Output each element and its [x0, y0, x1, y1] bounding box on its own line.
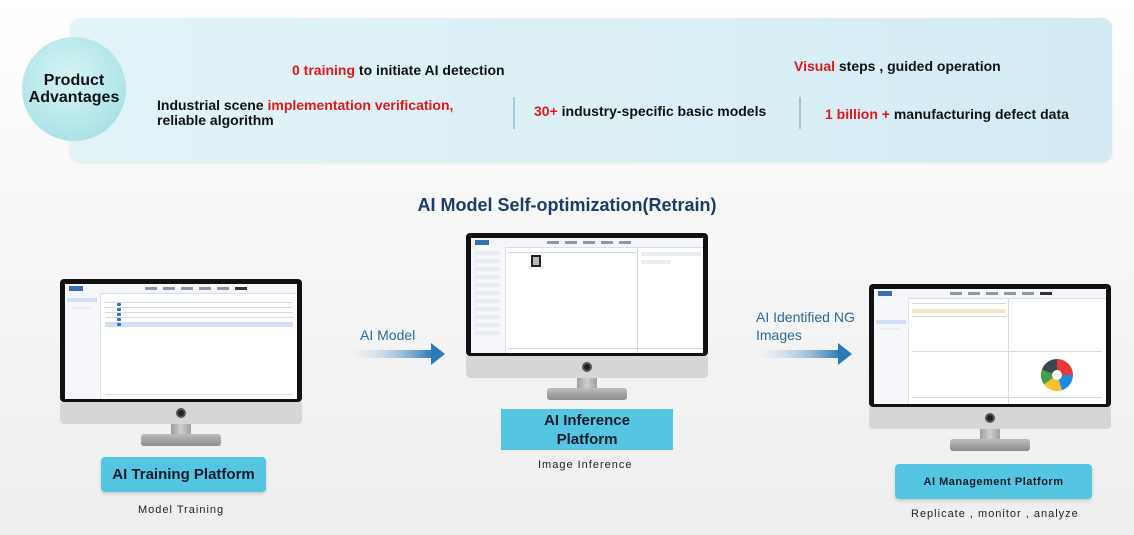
advantage-industrial-highlight: implementation verification,	[267, 97, 454, 113]
management-platform-label: AI Management Platform	[895, 464, 1092, 499]
arrow-right-icon	[744, 343, 852, 365]
advantage-models-text: industry-specific basic models	[557, 103, 767, 119]
arrow1-label: AI Model	[360, 327, 416, 343]
management-caption: Replicate , monitor , analyze	[911, 508, 1079, 520]
badge-line2: Advantages	[28, 89, 120, 106]
inference-label-line1: AI Inference	[544, 411, 630, 429]
inference-label-line2: Platform	[556, 430, 618, 448]
advantage-zero-training-text: to initiate AI detection	[355, 62, 505, 78]
advantage-visual-steps: Visual steps , guided operation	[794, 58, 1001, 74]
inference-screen-sidebar	[471, 247, 506, 353]
advantage-models-highlight: 30+	[534, 103, 558, 119]
advantage-visual-text: steps , guided operation	[835, 58, 1001, 74]
flow-title: AI Model Self-optimization(Retrain)	[417, 195, 717, 215]
advantage-defect-text: manufacturing defect data	[889, 106, 1069, 122]
advantage-industrial-scene: Industrial scene implementation verifica…	[157, 98, 453, 128]
training-monitor	[60, 279, 302, 447]
arrow2-label: AI Identified NG Images	[756, 308, 855, 344]
arrow2-label-line1: AI Identified NG	[756, 309, 855, 325]
divider-1	[513, 97, 515, 129]
product-advantages-badge: Product Advantages	[22, 37, 126, 141]
training-platform-label: AI Training Platform	[101, 457, 266, 492]
pie-center	[1052, 370, 1062, 380]
arrow2-label-line2: Images	[756, 327, 802, 343]
inference-platform-label: AI Inference Platform	[501, 409, 673, 450]
inference-caption: Image Inference	[538, 459, 633, 471]
advantage-visual-highlight: Visual	[794, 58, 835, 74]
advantage-zero-training: 0 training to initiate AI detection	[292, 62, 505, 78]
pie-chart	[1041, 359, 1073, 391]
training-monitor-button	[176, 408, 186, 418]
advantages-panel	[70, 18, 1112, 162]
advantage-zero-training-highlight: 0 training	[292, 62, 356, 78]
advantage-industrial-prefix: Industrial scene	[157, 97, 268, 113]
training-logo-icon	[69, 286, 83, 291]
divider-2	[799, 97, 801, 129]
advantage-industrial-line2: reliable algorithm	[157, 112, 274, 128]
advantage-defect-data: 1 billion + manufacturing defect data	[825, 106, 1069, 122]
training-caption: Model Training	[138, 504, 225, 516]
management-screen-sidebar	[874, 298, 909, 404]
training-screen-sidebar	[65, 293, 101, 399]
inference-screen	[471, 238, 703, 353]
advantage-basic-models: 30+ industry-specific basic models	[534, 103, 766, 119]
training-screen	[65, 284, 297, 399]
arrow-right-icon	[337, 343, 445, 365]
inference-logo-icon	[475, 240, 489, 245]
management-screen	[874, 289, 1106, 404]
management-monitor	[869, 284, 1111, 452]
advantage-defect-highlight: 1 billion +	[825, 106, 890, 122]
management-logo-icon	[878, 291, 892, 296]
management-monitor-button	[985, 413, 995, 423]
badge-line1: Product	[43, 72, 105, 89]
inference-monitor-button	[582, 362, 592, 372]
inference-monitor	[466, 233, 708, 401]
